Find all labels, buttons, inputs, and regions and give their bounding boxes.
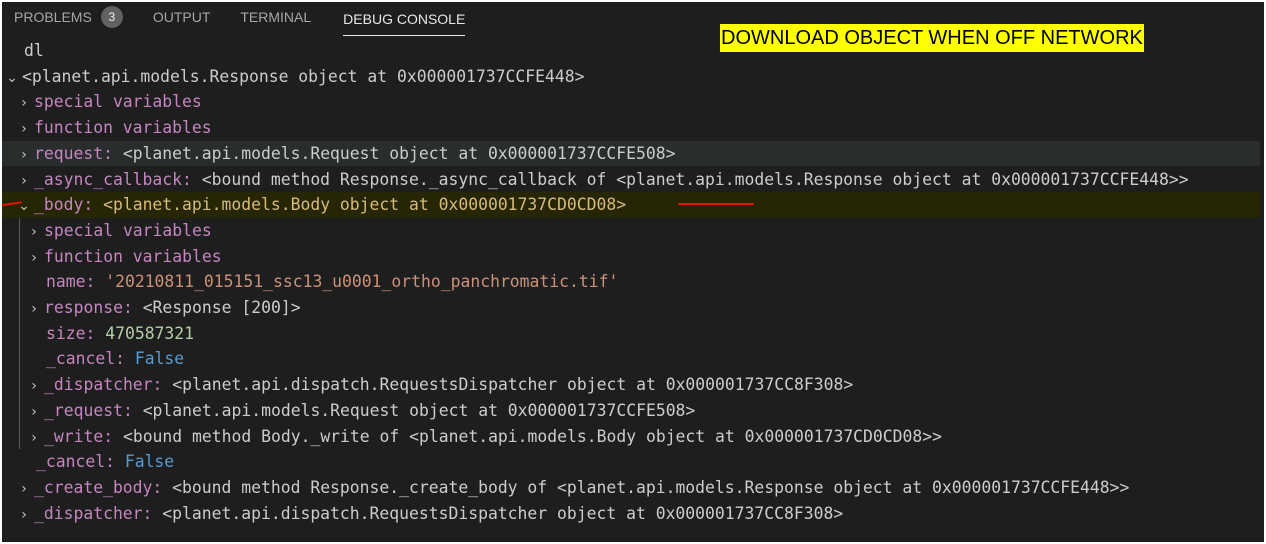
tree-row-value: <planet.api.models.Request object at 0x0…	[142, 400, 696, 420]
chevron-right-icon[interactable]: ›	[14, 477, 34, 503]
tree-row-value: <Response [200]>	[142, 298, 301, 317]
chevron-right-icon[interactable]: ›	[24, 220, 44, 246]
tree-row-key: response:	[44, 298, 133, 317]
tree-row[interactable]: _cancel: False	[2, 346, 1264, 372]
tab-output[interactable]: OUTPUT	[153, 2, 227, 32]
tree-row-key: _async_callback:	[34, 169, 192, 189]
tab-output-label: OUTPUT	[152, 9, 211, 25]
tree-row-body[interactable]: ⌄ _body: <planet.api.models.Body object a…	[2, 192, 1264, 218]
tree-row-value: <bound method Body._write of <planet.api…	[122, 426, 942, 446]
tree-row-key: function variables	[44, 246, 222, 266]
chevron-right-icon[interactable]: ›	[24, 297, 44, 323]
tree-row[interactable]: › special variables	[2, 218, 1264, 244]
chevron-down-icon[interactable]: ⌄	[2, 66, 22, 92]
chevron-down-icon[interactable]: ⌄	[14, 194, 34, 220]
tab-problems[interactable]: PROBLEMS 3	[14, 2, 139, 32]
tree-row-value: <planet.api.models.Body object at 0x0000…	[103, 195, 627, 215]
chevron-right-icon[interactable]: ›	[24, 246, 44, 272]
tree-row-value: False	[124, 452, 175, 472]
tree-row[interactable]: › special variables	[2, 89, 1264, 115]
debug-console-output[interactable]: dl ⌄ <planet.api.models.Response object a…	[2, 38, 1264, 542]
tree-row-value: <bound method Response._async_callback o…	[201, 169, 1189, 189]
chevron-right-icon[interactable]: ›	[14, 503, 34, 529]
chevron-right-icon[interactable]: ›	[14, 117, 34, 143]
tree-row-key: _cancel:	[36, 452, 115, 472]
tree-row-key: _request:	[44, 400, 133, 420]
tree-row-value: <bound method Response._create_body of <…	[172, 477, 1130, 497]
chevron-right-icon[interactable]: ›	[24, 400, 44, 426]
tree-root-value: <planet.api.models.Response object at 0x…	[22, 66, 585, 86]
chevron-right-icon[interactable]: ›	[24, 426, 44, 452]
tab-terminal-label: TERMINAL	[240, 9, 312, 25]
tree-row[interactable]: _cancel: False	[2, 449, 1264, 475]
tree-row[interactable]: › _dispatcher: <planet.api.dispatch.Reque…	[2, 372, 1264, 398]
tree-row-key: _cancel:	[46, 349, 125, 369]
tree-row[interactable]: › function variables	[2, 244, 1264, 270]
tree-row-key: _body:	[34, 195, 94, 215]
debug-panel: PROBLEMS 3 OUTPUT TERMINAL DEBUG CONSOLE…	[2, 2, 1264, 542]
tree-row-value: '20210811_015151_ssc13_u0001_ortho_panch…	[105, 272, 619, 292]
tree-row[interactable]: › function variables	[2, 115, 1264, 141]
tree-row[interactable]: › _async_callback: <bound method Response…	[2, 167, 1264, 193]
tree-row[interactable]: name: '20210811_015151_ssc13_u0001_ortho…	[2, 269, 1264, 295]
tree-row-key: request:	[34, 143, 113, 163]
tree-root-row[interactable]: ⌄ <planet.api.models.Response object at 0…	[2, 64, 1264, 90]
chevron-right-icon[interactable]: ›	[14, 143, 34, 169]
scrollbar-track[interactable]	[1260, 38, 1264, 542]
chevron-right-icon[interactable]: ›	[14, 169, 34, 195]
console-input-text: dl	[24, 41, 44, 60]
tree-row-key: _create_body:	[34, 477, 163, 497]
chevron-right-icon[interactable]: ›	[24, 374, 44, 400]
tree-row[interactable]: › response: <Response [200]>	[2, 295, 1264, 321]
tab-debug-console[interactable]: DEBUG CONSOLE	[343, 2, 466, 36]
tree-row-key: size:	[46, 323, 96, 343]
tree-row-value: <planet.api.dispatch.RequestsDispatcher …	[172, 375, 854, 395]
tree-row-value: <planet.api.models.Request object at 0x0…	[122, 143, 676, 163]
red-annotation-mark-right	[678, 203, 754, 205]
tree-row-key: _write:	[44, 426, 114, 446]
tree-row-key: _dispatcher:	[44, 375, 163, 395]
tree-row-key: name:	[46, 272, 96, 292]
tab-debug-console-label: DEBUG CONSOLE	[343, 10, 466, 27]
tree-row-key: _dispatcher:	[34, 503, 153, 523]
tree-row-key: special variables	[44, 220, 212, 240]
problems-count-badge: 3	[100, 6, 123, 28]
tree-row-value: False	[134, 349, 185, 369]
tree-row-value: <planet.api.dispatch.RequestsDispatcher …	[162, 503, 844, 523]
tree-row-key: special variables	[34, 92, 202, 112]
indent-guide	[19, 218, 20, 449]
tree-row[interactable]: › _create_body: <bound method Response._c…	[2, 475, 1264, 501]
tree-row[interactable]: size: 470587321	[2, 321, 1264, 347]
tab-problems-label: PROBLEMS	[14, 9, 92, 25]
tree-row-key: function variables	[34, 118, 212, 138]
console-input-line: dl	[2, 38, 1264, 64]
tree-row[interactable]: › _dispatcher: <planet.api.dispatch.Reque…	[2, 501, 1264, 527]
chevron-right-icon[interactable]: ›	[14, 91, 34, 117]
tree-row[interactable]: › _write: <bound method Body._write of <p…	[2, 424, 1264, 450]
tree-row-value: 470587321	[105, 323, 195, 343]
tree-row[interactable]: › request: <planet.api.models.Request obj…	[2, 140, 1264, 169]
tab-terminal[interactable]: TERMINAL	[240, 2, 327, 32]
tree-row[interactable]: › _request: <planet.api.models.Request ob…	[2, 398, 1264, 424]
